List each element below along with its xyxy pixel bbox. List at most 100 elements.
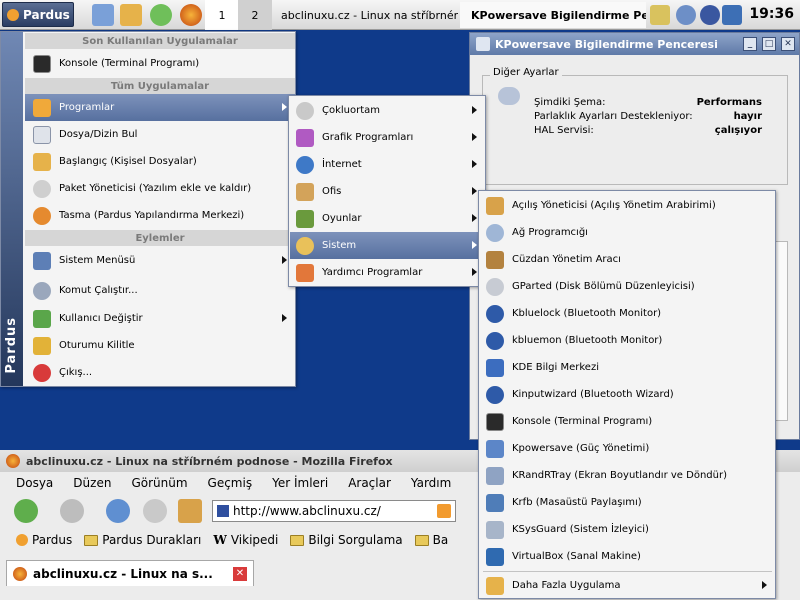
tab-close-icon[interactable]: ✕	[233, 566, 247, 581]
network-icon[interactable]	[676, 5, 696, 25]
menu-item-label: Açılış Yöneticisi (Açılış Yönetim Arabir…	[512, 200, 716, 211]
menu-item-utilities[interactable]: Yardımcı Programlar	[290, 259, 485, 286]
bookmark-pardus-duraklari[interactable]: Pardus Durakları	[84, 533, 201, 547]
bookmark-ba[interactable]: Ba	[414, 533, 448, 547]
utilities-icon	[296, 263, 314, 282]
submenu-arrow-icon	[282, 314, 287, 322]
menu-item-kinputwizard[interactable]: Kinputwizard (Bluetooth Wizard)	[480, 381, 775, 408]
kmenu: Pardus Son Kullanılan Uygulamalar Konsol…	[0, 31, 296, 387]
menu-item-label: Ofis	[322, 186, 342, 197]
back-icon[interactable]	[14, 499, 38, 523]
menu-item-system[interactable]: Sistem	[290, 232, 485, 259]
menu-item-krfb[interactable]: Krfb (Masaüstü Paylaşımı)	[480, 489, 775, 516]
kmenu-button[interactable]: Pardus	[2, 2, 74, 27]
menu-item-virtualbox[interactable]: VirtualBox (Sanal Makine)	[480, 543, 775, 570]
menu-item-games[interactable]: Oyunlar	[290, 205, 485, 232]
menu-item-konsole-recent[interactable]: Konsole (Terminal Programı)	[25, 50, 295, 77]
task-firefox[interactable]: abclinuxu.cz - Linux na stříbrném	[270, 2, 458, 28]
url-bar[interactable]: http://www.abclinuxu.cz/	[212, 500, 456, 522]
games-icon	[296, 209, 314, 228]
bookmark-vikipedi[interactable]: W Vikipedi	[213, 533, 278, 547]
menu-item-programs[interactable]: Programlar	[25, 94, 295, 121]
menu-item-lock-session[interactable]: Oturumu Kilitle	[25, 332, 295, 359]
home-folder-icon[interactable]	[120, 4, 142, 26]
menu-item-kbluemon[interactable]: kbluemon (Bluetooth Monitor)	[480, 327, 775, 354]
menu-item-label: GParted (Disk Bölümü Düzenleyicisi)	[512, 281, 695, 292]
menu-help[interactable]: Yardım	[411, 476, 451, 490]
firefox-icon	[13, 566, 27, 581]
menu-item-label: Oyunlar	[322, 213, 362, 224]
rss-icon[interactable]	[437, 504, 451, 518]
bookmark-pardus[interactable]: Pardus	[16, 533, 72, 547]
kp-row-label: Şimdiki Şema:	[534, 97, 606, 108]
menu-item-kbluelock[interactable]: Kbluelock (Bluetooth Monitor)	[480, 300, 775, 327]
menu-item-tasma[interactable]: Tasma (Pardus Yapılandırma Merkezi)	[25, 202, 295, 229]
switch-user-icon	[33, 309, 51, 328]
submenu-arrow-icon	[762, 581, 767, 589]
menu-item-office[interactable]: Ofis	[290, 178, 485, 205]
url-text: http://www.abclinuxu.cz/	[233, 504, 381, 518]
menu-item-home[interactable]: Başlangıç (Kişisel Dosyalar)	[25, 148, 295, 175]
minimize-icon[interactable]: _	[743, 37, 757, 51]
menu-view[interactable]: Görünüm	[131, 476, 187, 490]
clock[interactable]: 19:36	[749, 6, 794, 22]
kpowersave-titlebar[interactable]: KPowersave Bigilendirme Penceresi _ □ ✕	[470, 33, 799, 55]
menu-item-multimedia[interactable]: Çokluortam	[290, 97, 485, 124]
stop-icon[interactable]	[143, 499, 167, 523]
menu-item-konsole[interactable]: Konsole (Terminal Programı)	[480, 408, 775, 435]
maximize-icon[interactable]: □	[762, 37, 776, 51]
control-center-icon[interactable]	[150, 4, 172, 26]
menu-item-kde-info-center[interactable]: KDE Bilgi Merkezi	[480, 354, 775, 381]
menu-item-network-applet[interactable]: Ağ Programcığı	[480, 219, 775, 246]
other-settings-title: Diğer Ayarlar	[490, 67, 562, 78]
kpowersave-icon	[476, 37, 490, 51]
monitor-tray-icon[interactable]	[722, 5, 742, 25]
show-desktop-icon[interactable]	[92, 4, 114, 26]
menu-item-package-manager[interactable]: Paket Yöneticisi (Yazılım ekle ve kaldır…	[25, 175, 295, 202]
menu-item-label: Konsole (Terminal Programı)	[512, 416, 653, 427]
menu-item-gparted[interactable]: GParted (Disk Bölümü Düzenleyicisi)	[480, 273, 775, 300]
menu-item-label: KRandRTray (Ekran Boyutlandır ve Döndür)	[512, 470, 727, 481]
menu-edit[interactable]: Düzen	[73, 476, 111, 490]
close-icon[interactable]: ✕	[781, 37, 795, 51]
firefox-tab[interactable]: abclinuxu.cz - Linux na s... ✕	[6, 560, 254, 586]
pager-desktop-1[interactable]: 1	[205, 0, 239, 30]
menu-item-more-apps[interactable]: Daha Fazla Uygulama	[480, 572, 775, 599]
menu-item-internet[interactable]: İnternet	[290, 151, 485, 178]
submenu-arrow-icon	[472, 214, 477, 222]
menu-item-switch-user[interactable]: Kullanıcı Değiştir	[25, 305, 295, 332]
menu-history[interactable]: Geçmiş	[208, 476, 253, 490]
menu-bookmarks[interactable]: Yer İmleri	[272, 476, 328, 490]
task-kpowersave[interactable]: KPowersave Bigilendirme Pence	[460, 2, 646, 28]
submenu-arrow-icon	[472, 241, 477, 249]
task-firefox-label: abclinuxu.cz - Linux na stříbrném	[281, 8, 458, 22]
reload-icon[interactable]	[106, 499, 130, 523]
forward-icon[interactable]	[60, 499, 84, 523]
menu-item-wallet-manager[interactable]: Cüzdan Yönetim Aracı	[480, 246, 775, 273]
pager-desktop-2[interactable]: 2	[238, 0, 272, 30]
home-icon[interactable]	[178, 499, 202, 523]
multimedia-icon	[296, 101, 314, 120]
menu-item-system-menu[interactable]: Sistem Menüsü	[25, 247, 295, 274]
menu-item-graphics[interactable]: Grafik Programları	[290, 124, 485, 151]
menu-item-kpowersave[interactable]: Kpowersave (Güç Yönetimi)	[480, 435, 775, 462]
menu-item-krandrtray[interactable]: KRandRTray (Ekran Boyutlandır ve Döndür)	[480, 462, 775, 489]
menu-item-ksysguard[interactable]: KSysGuard (Sistem İzleyici)	[480, 516, 775, 543]
kp-row-hal: HAL Servisi: çalışıyor	[534, 125, 762, 136]
submenu-arrow-icon	[282, 256, 287, 264]
menu-tools[interactable]: Araçlar	[348, 476, 391, 490]
menu-item-label: Çıkış...	[59, 367, 93, 378]
menu-item-label: VirtualBox (Sanal Makine)	[512, 551, 641, 562]
menu-item-run-command[interactable]: Komut Çalıştır...	[25, 277, 295, 304]
clipboard-icon[interactable]	[650, 5, 670, 25]
power-management-icon	[486, 439, 504, 458]
menu-item-label: KSysGuard (Sistem İzleyici)	[512, 524, 649, 535]
menu-file[interactable]: Dosya	[16, 476, 53, 490]
section-all-apps: Tüm Uygulamalar	[25, 78, 295, 94]
bookmark-bilgi-sorgulama[interactable]: Bilgi Sorgulama	[290, 533, 403, 547]
firefox-icon[interactable]	[180, 4, 202, 26]
bluetooth-tray-icon[interactable]	[700, 5, 720, 25]
menu-item-find-files[interactable]: Dosya/Dizin Bul	[25, 121, 295, 148]
menu-item-boot-manager[interactable]: Açılış Yöneticisi (Açılış Yönetim Arabir…	[480, 192, 775, 219]
menu-item-logout[interactable]: Çıkış...	[25, 359, 295, 386]
